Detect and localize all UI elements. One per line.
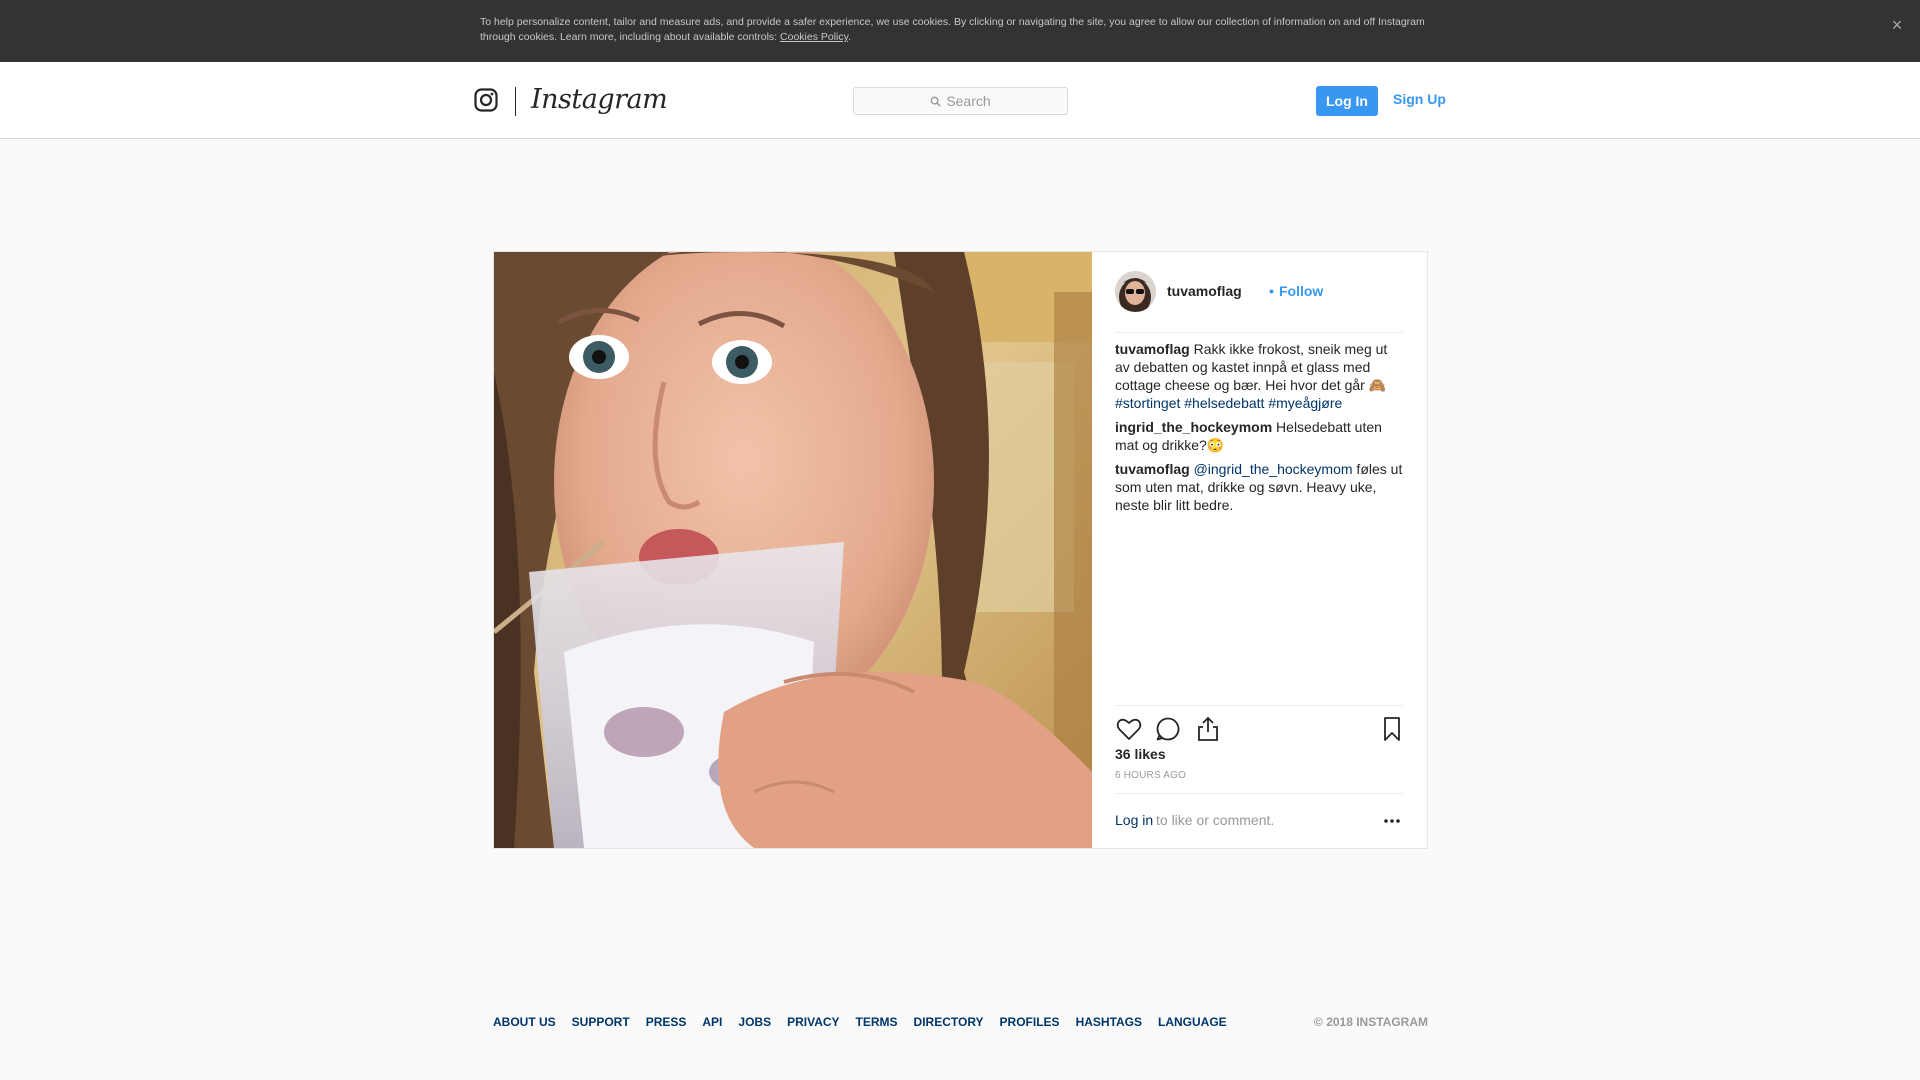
post-author-username[interactable]: tuvamoflag (1167, 282, 1242, 300)
avatar[interactable] (1115, 271, 1156, 312)
comment-username[interactable]: tuvamoflag (1115, 461, 1190, 477)
comment-prompt: Log in to like or comment. (1115, 793, 1404, 848)
copyright: © 2018 Instagram (1314, 1015, 1428, 1029)
log-in-link[interactable]: Log in (1115, 811, 1153, 829)
hashtag-link[interactable]: #helsedebatt (1184, 395, 1264, 411)
more-options-icon[interactable] (1382, 814, 1402, 828)
hashtag-link[interactable]: #stortinget (1115, 395, 1180, 411)
comment-prompt-text: to like or comment. (1156, 812, 1275, 828)
separator-dot: • (1269, 283, 1274, 299)
footer-link-privacy[interactable]: Privacy (787, 1013, 839, 1031)
search-icon (930, 96, 941, 107)
post-photo[interactable] (494, 252, 1092, 848)
footer-link-language[interactable]: Language (1158, 1013, 1227, 1031)
post-sidebar: tuvamoflag • Follow tuvamoflag Rakk ikke… (1092, 252, 1427, 848)
mention-link[interactable]: @ingrid_the_hockeymom (1194, 461, 1353, 477)
hashtag-link[interactable]: #myeågjøre (1268, 395, 1342, 411)
footer-link-jobs[interactable]: Jobs (738, 1013, 771, 1031)
bookmark-icon[interactable] (1378, 715, 1406, 743)
footer-link-directory[interactable]: Directory (914, 1013, 984, 1031)
footer-nav: About us Support Press API Jobs Privacy … (493, 1013, 1227, 1031)
close-icon[interactable]: × (1886, 14, 1908, 36)
cookie-message: To help personalize content, tailor and … (480, 16, 1425, 43)
action-bar (1115, 705, 1404, 745)
footer-link-about-us[interactable]: About us (493, 1013, 556, 1031)
comment-icon[interactable] (1154, 715, 1182, 743)
post-photo-image (494, 252, 1092, 848)
heart-icon[interactable] (1115, 715, 1143, 743)
caption-comment: tuvamoflag Rakk ikke frokost, sneik meg … (1115, 340, 1404, 412)
footer-link-profiles[interactable]: Profiles (1000, 1013, 1060, 1031)
top-nav: Instagram Search Log In Sign Up (0, 62, 1920, 139)
log-in-button[interactable]: Log In (1316, 86, 1378, 116)
comment-list: tuvamoflag Rakk ikke frokost, sneik meg … (1115, 340, 1404, 520)
footer-link-terms[interactable]: Terms (856, 1013, 898, 1031)
cookie-period: . (848, 31, 852, 43)
avatar-image (1115, 271, 1156, 312)
like-count[interactable]: 36 likes (1115, 745, 1166, 763)
cookie-banner: To help personalize content, tailor and … (0, 0, 1920, 62)
logo-divider (515, 87, 516, 116)
sign-up-link[interactable]: Sign Up (1393, 90, 1446, 108)
comment: ingrid_the_hockeymom Helsedebatt uten ma… (1115, 418, 1404, 454)
comment-username[interactable]: tuvamoflag (1115, 341, 1190, 357)
instagram-wordmark[interactable]: Instagram (531, 83, 668, 117)
follow-button[interactable]: Follow (1279, 282, 1323, 300)
search-input[interactable]: Search (853, 87, 1068, 115)
footer: About us Support Press API Jobs Privacy … (493, 1013, 1428, 1033)
search-placeholder: Search (946, 93, 991, 109)
comment-username[interactable]: ingrid_the_hockeymom (1115, 419, 1272, 435)
instagram-glyph-icon[interactable] (474, 88, 498, 112)
post-timestamp[interactable]: 6 HOURS AGO (1115, 770, 1186, 782)
footer-link-api[interactable]: API (702, 1013, 722, 1031)
cookie-text: To help personalize content, tailor and … (480, 15, 1440, 45)
comment: tuvamoflag @ingrid_the_hockeymom føles u… (1115, 460, 1404, 514)
post-header: tuvamoflag • Follow (1115, 271, 1404, 333)
share-icon[interactable] (1194, 715, 1222, 743)
footer-link-support[interactable]: Support (572, 1013, 630, 1031)
cookies-policy-link[interactable]: Cookies Policy (780, 31, 848, 43)
footer-link-press[interactable]: Press (646, 1013, 687, 1031)
footer-link-hashtags[interactable]: Hashtags (1076, 1013, 1142, 1031)
post-card: tuvamoflag • Follow tuvamoflag Rakk ikke… (493, 251, 1428, 849)
